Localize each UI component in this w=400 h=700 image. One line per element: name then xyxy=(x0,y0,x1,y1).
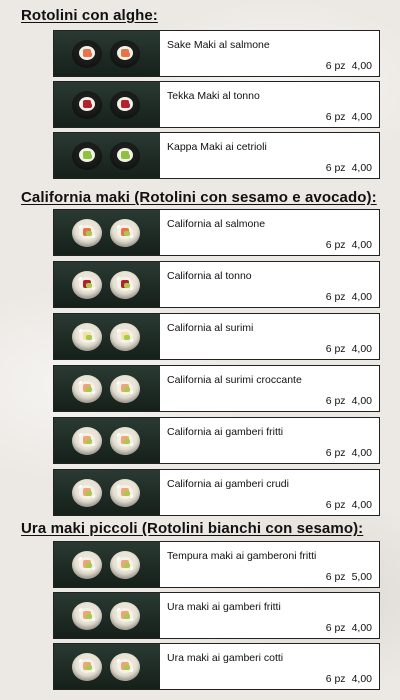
item-quantity: 6 pz xyxy=(325,673,346,685)
sushi-photo xyxy=(54,210,160,255)
menu-item[interactable]: California ai gamberi crudi 6 pz 4,00 xyxy=(53,469,380,516)
item-quantity: 6 pz xyxy=(325,291,346,303)
item-price-line: 6 pz 4,00 xyxy=(326,239,372,251)
item-name: Tempura maki ai gamberoni fritti xyxy=(167,550,317,562)
item-name: Sake Maki al salmone xyxy=(167,39,270,51)
item-price-line: 6 pz 4,00 xyxy=(326,111,372,123)
item-price-line: 6 pz 4,00 xyxy=(326,162,372,174)
item-price: 4,00 xyxy=(351,499,372,511)
sushi-roll-icon xyxy=(72,142,102,170)
menu-item[interactable]: California al salmone 6 pz 4,00 xyxy=(53,209,380,256)
item-quantity: 6 pz xyxy=(325,395,346,407)
item-name: Kappa Maki ai cetrioli xyxy=(167,141,267,153)
item-quantity: 6 pz xyxy=(325,239,346,251)
item-name: California ai gamberi crudi xyxy=(167,478,289,490)
menu-item[interactable]: Sake Maki al salmone 6 pz 4,00 xyxy=(53,30,380,77)
sushi-roll-icon xyxy=(72,323,102,351)
sushi-photo xyxy=(54,31,160,76)
sushi-roll-icon xyxy=(72,551,102,579)
item-price-line: 6 pz 5,00 xyxy=(326,571,372,583)
item-name: California al surimi xyxy=(167,322,254,334)
menu-item[interactable]: California al surimi 6 pz 4,00 xyxy=(53,313,380,360)
sushi-photo xyxy=(54,82,160,127)
item-quantity: 6 pz xyxy=(325,571,346,583)
item-price: 4,00 xyxy=(351,111,372,123)
sushi-photo xyxy=(54,133,160,178)
section-title-rotolini: Rotolini con alghe: xyxy=(21,7,158,24)
item-price: 4,00 xyxy=(351,447,372,459)
sushi-photo xyxy=(54,366,160,411)
sushi-roll-icon xyxy=(72,602,102,630)
item-price-line: 6 pz 4,00 xyxy=(326,499,372,511)
item-name: Ura maki ai gamberi cotti xyxy=(167,652,284,664)
item-price: 4,00 xyxy=(351,395,372,407)
item-name: California ai gamberi fritti xyxy=(167,426,284,438)
item-price: 4,00 xyxy=(351,673,372,685)
sushi-roll-icon xyxy=(110,323,140,351)
sushi-roll-icon xyxy=(72,219,102,247)
sushi-roll-icon xyxy=(110,219,140,247)
item-price-line: 6 pz 4,00 xyxy=(326,343,372,355)
sushi-roll-icon xyxy=(110,142,140,170)
item-price-line: 6 pz 4,00 xyxy=(326,447,372,459)
sushi-photo xyxy=(54,314,160,359)
item-price-line: 6 pz 4,00 xyxy=(326,673,372,685)
item-quantity: 6 pz xyxy=(325,162,346,174)
item-price-line: 6 pz 4,00 xyxy=(326,291,372,303)
sushi-roll-icon xyxy=(110,653,140,681)
sushi-roll-icon xyxy=(110,479,140,507)
item-quantity: 6 pz xyxy=(325,447,346,459)
menu-item[interactable]: Tempura maki ai gamberoni fritti 6 pz 5,0… xyxy=(53,541,380,588)
section-title-ura-maki: Ura maki piccoli (Rotolini bianchi con s… xyxy=(21,520,364,537)
item-quantity: 6 pz xyxy=(325,60,346,72)
item-price-line: 6 pz 4,00 xyxy=(326,395,372,407)
sushi-roll-icon xyxy=(72,40,102,68)
sushi-roll-icon xyxy=(110,91,140,119)
menu-item[interactable]: Kappa Maki ai cetrioli 6 pz 4,00 xyxy=(53,132,380,179)
item-quantity: 6 pz xyxy=(325,343,346,355)
item-quantity: 6 pz xyxy=(325,111,346,123)
menu-item[interactable]: Tekka Maki al tonno 6 pz 4,00 xyxy=(53,81,380,128)
section-title-california: California maki (Rotolini con sesamo e a… xyxy=(21,189,377,206)
sushi-photo xyxy=(54,644,160,689)
item-quantity: 6 pz xyxy=(325,499,346,511)
sushi-photo xyxy=(54,542,160,587)
item-name: California al surimi croccante xyxy=(167,374,302,386)
sushi-roll-icon xyxy=(110,602,140,630)
sushi-photo xyxy=(54,262,160,307)
item-price-line: 6 pz 4,00 xyxy=(326,622,372,634)
sushi-roll-icon xyxy=(72,271,102,299)
item-name: Ura maki ai gamberi fritti xyxy=(167,601,281,613)
item-price: 4,00 xyxy=(351,60,372,72)
menu-item[interactable]: California ai gamberi fritti 6 pz 4,00 xyxy=(53,417,380,464)
sushi-roll-icon xyxy=(110,375,140,403)
item-price: 4,00 xyxy=(351,291,372,303)
item-quantity: 6 pz xyxy=(325,622,346,634)
menu-item[interactable]: Ura maki ai gamberi cotti 6 pz 4,00 xyxy=(53,643,380,690)
sushi-roll-icon xyxy=(72,375,102,403)
sushi-roll-icon xyxy=(72,91,102,119)
sushi-roll-icon xyxy=(110,551,140,579)
item-name: California al salmone xyxy=(167,218,266,230)
menu-item[interactable]: California al tonno 6 pz 4,00 xyxy=(53,261,380,308)
menu-item[interactable]: Ura maki ai gamberi fritti 6 pz 4,00 xyxy=(53,592,380,639)
sushi-roll-icon xyxy=(72,479,102,507)
item-price: 4,00 xyxy=(351,162,372,174)
sushi-roll-icon xyxy=(72,653,102,681)
item-name: California al tonno xyxy=(167,270,252,282)
sushi-roll-icon xyxy=(110,271,140,299)
sushi-photo xyxy=(54,470,160,515)
sushi-roll-icon xyxy=(110,427,140,455)
sushi-roll-icon xyxy=(110,40,140,68)
item-price: 4,00 xyxy=(351,239,372,251)
item-name: Tekka Maki al tonno xyxy=(167,90,260,102)
sushi-photo xyxy=(54,418,160,463)
sushi-roll-icon xyxy=(72,427,102,455)
item-price-line: 6 pz 4,00 xyxy=(326,60,372,72)
menu-item[interactable]: California al surimi croccante 6 pz 4,00 xyxy=(53,365,380,412)
item-price: 5,00 xyxy=(351,571,372,583)
item-price: 4,00 xyxy=(351,622,372,634)
item-price: 4,00 xyxy=(351,343,372,355)
sushi-photo xyxy=(54,593,160,638)
